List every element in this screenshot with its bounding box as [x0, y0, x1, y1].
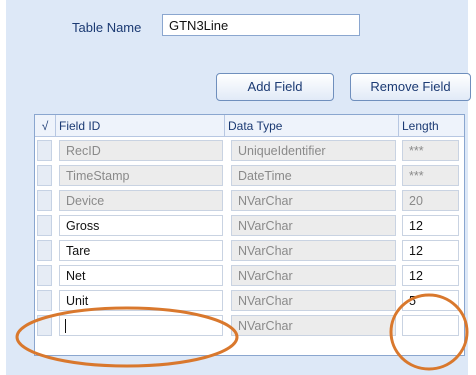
row-selector[interactable] [37, 265, 52, 286]
field-id-cell: TimeStamp [59, 165, 223, 186]
length-cell: *** [402, 165, 459, 186]
field-id-cell[interactable] [59, 315, 223, 336]
length-cell[interactable] [402, 315, 459, 336]
data-type-cell: UniqueIdentifier [231, 140, 396, 161]
table-name-input[interactable] [162, 14, 360, 36]
table-name-label: Table Name [72, 20, 142, 35]
field-id-cell[interactable]: Unit [59, 290, 223, 311]
table-row[interactable]: RecID UniqueIdentifier *** [35, 138, 464, 163]
field-id-cell[interactable]: Gross [59, 215, 223, 236]
table-row[interactable]: Gross NVarChar 12 [35, 213, 464, 238]
select-column-header[interactable]: √ [35, 115, 56, 137]
row-selector[interactable] [37, 140, 52, 161]
table-row[interactable]: Tare NVarChar 12 [35, 238, 464, 263]
data-type-cell: NVarChar [231, 315, 396, 336]
field-id-column-header[interactable]: Field ID [56, 115, 225, 137]
row-selector[interactable] [37, 240, 52, 261]
new-table-row[interactable]: NVarChar [35, 313, 464, 338]
data-type-cell: NVarChar [231, 215, 396, 236]
data-type-cell: DateTime [231, 165, 396, 186]
length-cell[interactable]: 5 [402, 290, 459, 311]
length-cell[interactable]: 12 [402, 215, 459, 236]
row-selector[interactable] [37, 315, 52, 336]
remove-field-button[interactable]: Remove Field [350, 73, 471, 101]
fields-grid: √ Field ID Data Type Length RecID UniqueI… [34, 114, 465, 356]
table-row[interactable]: Unit NVarChar 5 [35, 288, 464, 313]
data-type-cell: NVarChar [231, 240, 396, 261]
length-cell[interactable]: 12 [402, 265, 459, 286]
length-cell: 20 [402, 190, 459, 211]
data-type-column-header[interactable]: Data Type [225, 115, 399, 137]
text-caret [65, 319, 66, 333]
length-cell: *** [402, 140, 459, 161]
table-row[interactable]: TimeStamp DateTime *** [35, 163, 464, 188]
add-field-button[interactable]: Add Field [216, 73, 334, 101]
field-id-cell: Device [59, 190, 223, 211]
data-type-cell: NVarChar [231, 265, 396, 286]
length-column-header[interactable]: Length [399, 115, 464, 137]
field-id-cell[interactable]: Net [59, 265, 223, 286]
row-selector[interactable] [37, 165, 52, 186]
data-type-cell: NVarChar [231, 190, 396, 211]
data-type-cell: NVarChar [231, 290, 396, 311]
table-row[interactable]: Device NVarChar 20 [35, 188, 464, 213]
row-selector[interactable] [37, 190, 52, 211]
row-selector[interactable] [37, 215, 52, 236]
table-row[interactable]: Net NVarChar 12 [35, 263, 464, 288]
field-id-cell[interactable]: Tare [59, 240, 223, 261]
row-selector[interactable] [37, 290, 52, 311]
field-id-cell: RecID [59, 140, 223, 161]
length-cell[interactable]: 12 [402, 240, 459, 261]
